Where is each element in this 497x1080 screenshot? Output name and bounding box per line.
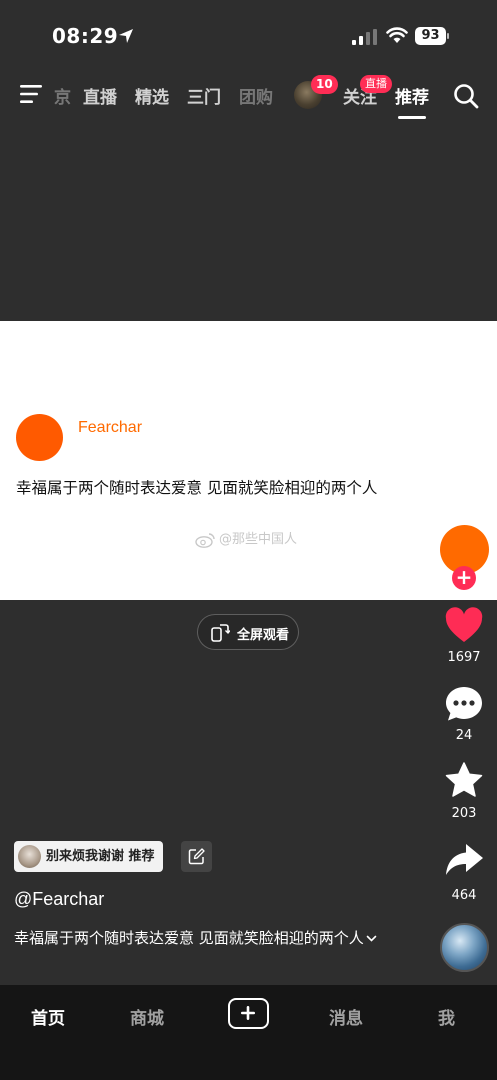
tab-group-buy[interactable]: 团购 <box>239 83 273 108</box>
edit-icon <box>188 848 205 865</box>
share-count: 464 <box>451 888 477 903</box>
caption-text: 幸福属于两个随时表达爱意 见面就笑脸相迎的两个人 <box>14 929 364 947</box>
like-count: 1697 <box>447 650 481 665</box>
fullscreen-button[interactable]: 全屏观看 <box>197 614 299 650</box>
top-nav: 京 直播 精选 三门 团购 10 关注 直播 推荐 <box>0 72 497 120</box>
edit-button[interactable] <box>181 841 212 872</box>
live-badge: 直播 <box>360 75 392 93</box>
notification-badge: 10 <box>311 75 338 94</box>
card-author-avatar <box>16 414 63 461</box>
card-author-name: Fearchar <box>78 419 143 436</box>
watermark-text: @那些中国人 <box>219 532 298 547</box>
watermark: @那些中国人 <box>195 528 297 548</box>
video-card[interactable]: Fearchar 幸福属于两个随时表达爱意 见面就笑脸相迎的两个人 @那些中国人 <box>0 321 497 600</box>
heart-icon[interactable] <box>444 606 484 646</box>
weibo-icon <box>195 532 215 548</box>
music-disc[interactable] <box>440 923 489 972</box>
battery-level: 93 <box>415 27 446 45</box>
tab-featured[interactable]: 精选 <box>135 83 169 108</box>
music-tag[interactable]: 别来烦我谢谢 推荐 <box>14 841 163 872</box>
tab-sanmen[interactable]: 三门 <box>187 83 221 108</box>
create-button[interactable] <box>228 998 269 1029</box>
signal-icon <box>352 29 377 45</box>
wifi-icon <box>386 27 408 43</box>
chevron-down-icon[interactable] <box>366 933 377 944</box>
bottom-tab-mall[interactable]: 商城 <box>130 1004 164 1029</box>
status-bar: 08:29 93 <box>0 0 497 70</box>
share-icon[interactable] <box>444 840 484 880</box>
bottom-tab-me[interactable]: 我 <box>438 1004 455 1029</box>
bottom-tab-messages[interactable]: 消息 <box>329 1004 363 1029</box>
plus-icon <box>241 1006 255 1020</box>
menu-icon[interactable] <box>20 84 44 104</box>
bottom-tab-bar: 首页 商城 消息 我 <box>0 985 497 1080</box>
fullscreen-rotate-icon <box>211 624 230 642</box>
comment-icon[interactable] <box>444 684 484 724</box>
tab-live[interactable]: 直播 <box>83 83 117 108</box>
music-tag-label: 别来烦我谢谢 推荐 <box>46 849 155 864</box>
fullscreen-label: 全屏观看 <box>237 628 290 643</box>
search-icon[interactable] <box>453 83 479 109</box>
tab-partial-left[interactable]: 京 <box>54 83 71 108</box>
favorite-count: 203 <box>451 806 477 821</box>
star-icon[interactable] <box>444 761 484 801</box>
status-time: 08:29 <box>52 24 119 48</box>
music-tag-avatar <box>18 845 41 868</box>
tab-recommend[interactable]: 推荐 <box>395 83 429 108</box>
author-handle[interactable]: @Fearchar <box>14 889 104 910</box>
comment-count: 24 <box>455 728 473 743</box>
battery-icon: 93 <box>415 27 449 45</box>
location-arrow-icon <box>119 29 133 43</box>
post-caption[interactable]: 幸福属于两个随时表达爱意 见面就笑脸相迎的两个人 <box>14 928 394 949</box>
follow-button[interactable]: + <box>452 566 476 590</box>
active-tab-indicator <box>398 116 426 119</box>
bottom-tab-home[interactable]: 首页 <box>31 1004 65 1029</box>
card-text: 幸福属于两个随时表达爱意 见面就笑脸相迎的两个人 <box>16 479 378 497</box>
